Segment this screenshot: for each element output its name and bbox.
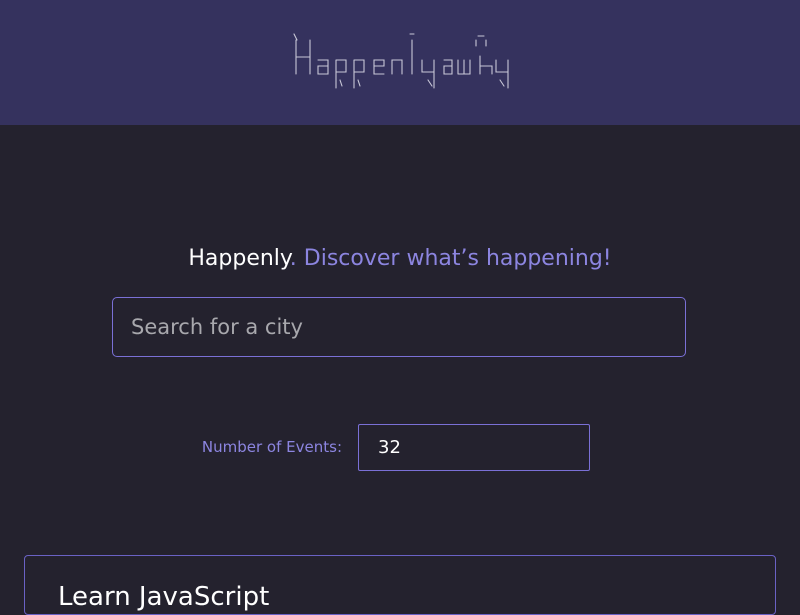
tagline-separator: . [289,246,304,271]
ascii-logo-icon [293,33,509,89]
number-of-events-box [358,424,590,471]
tagline-message: Discover what’s happening! [303,246,612,271]
tagline-brand: Happenly [188,246,290,271]
tagline: Happenly. Discover what’s happening! [0,244,800,274]
event-card[interactable]: Learn JavaScript [24,555,776,615]
number-of-events-input[interactable] [359,425,589,470]
number-of-events-label: Number of Events: [201,438,342,456]
city-search-box [112,297,686,357]
app-logo: Happenly [288,26,512,96]
app-header: Happenly [0,0,800,125]
logo-text: Happenly [512,26,513,27]
city-search-input[interactable] [113,298,685,356]
event-title: Learn JavaScript [58,582,270,612]
